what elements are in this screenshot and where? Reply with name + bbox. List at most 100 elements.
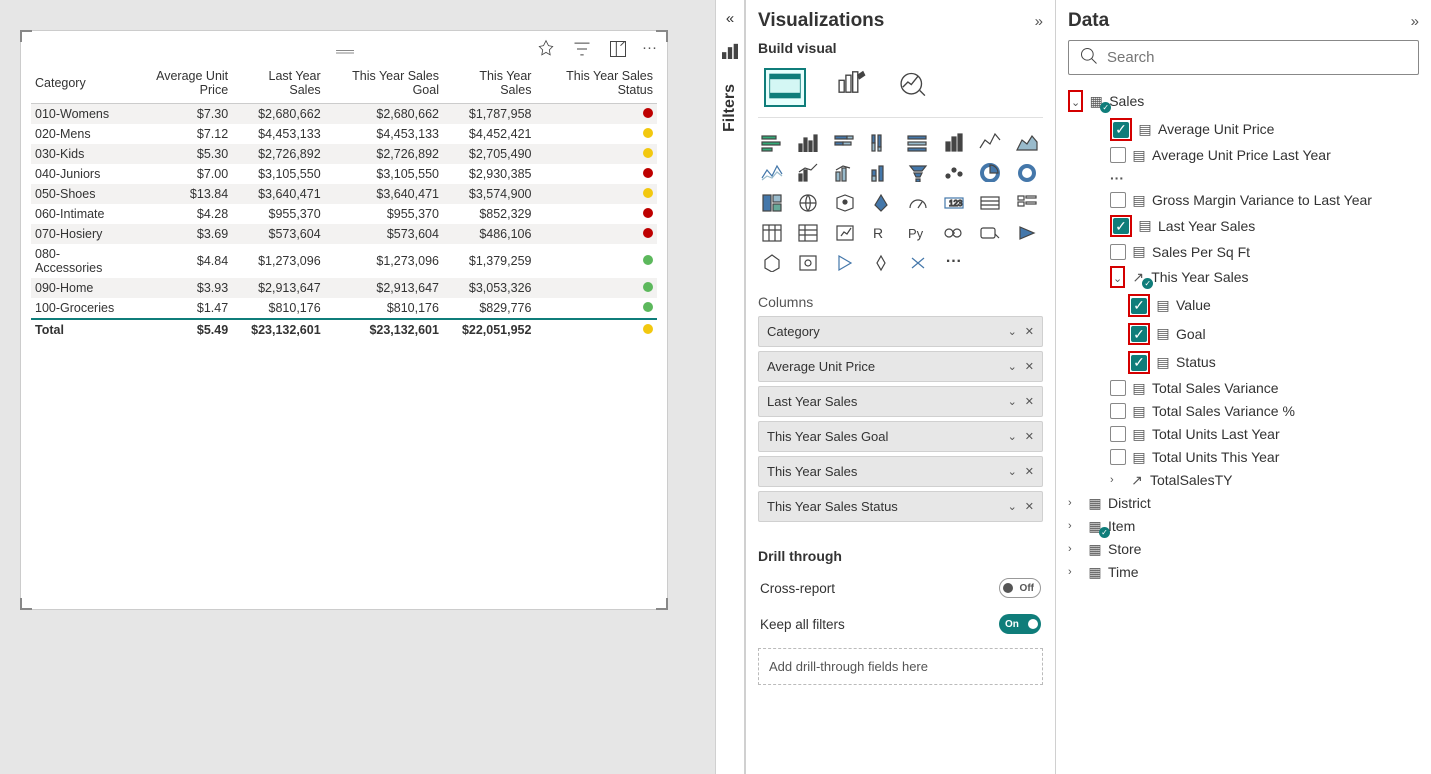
viz-type-filled-map[interactable] (831, 190, 859, 214)
field-total-sales-variance-pct[interactable]: ▤ Total Sales Variance % (1068, 400, 1419, 423)
viz-type-multi-row[interactable] (1013, 190, 1041, 214)
column-header[interactable]: Category (31, 63, 128, 104)
column-header[interactable]: This Year Sales (443, 63, 536, 104)
chevron-down-icon[interactable]: ⌄ (1008, 395, 1017, 408)
drill-through-dropzone[interactable]: Add drill-through fields here (758, 648, 1043, 685)
remove-field-icon[interactable]: ✕ (1025, 465, 1034, 478)
pin-icon[interactable] (534, 39, 558, 63)
field-average-unit-price-last-year[interactable]: ▤ Average Unit Price Last Year (1068, 144, 1419, 167)
column-header[interactable]: This Year Sales Goal (325, 63, 443, 104)
viz-type-scatter[interactable] (940, 160, 968, 184)
table-district[interactable]: ›▦ District (1068, 492, 1419, 515)
table-store[interactable]: ›▦ Store (1068, 538, 1419, 561)
table-item[interactable]: ›▦ Item (1068, 515, 1419, 538)
viz-type-donut[interactable] (1013, 160, 1041, 184)
table-time[interactable]: ›▦ Time (1068, 561, 1419, 584)
column-header[interactable]: Last Year Sales (232, 63, 325, 104)
viz-type-line[interactable] (976, 130, 1004, 154)
table-row[interactable]: 050-Shoes$13.84$3,640,471$3,640,471$3,57… (31, 184, 657, 204)
chevron-down-icon[interactable]: ⌄ (1008, 500, 1017, 513)
viz-type-appsource[interactable] (867, 250, 895, 274)
table-row[interactable]: 100-Groceries$1.47$810,176$810,176$829,7… (31, 298, 657, 319)
viz-type-matrix[interactable] (831, 220, 859, 244)
resize-handle-tr[interactable] (656, 30, 668, 42)
viz-type-gauge[interactable] (904, 190, 932, 214)
filter-icon[interactable] (570, 39, 594, 63)
viz-type-map[interactable] (794, 190, 822, 214)
remove-field-icon[interactable]: ✕ (1025, 325, 1034, 338)
table-sales[interactable]: ⌄ ▦ Sales (1068, 87, 1419, 115)
field-well-item[interactable]: This Year Sales⌄✕ (758, 456, 1043, 487)
viz-type-azure-map[interactable] (867, 190, 895, 214)
viz-type-stackedbar-h[interactable] (831, 130, 859, 154)
build-visual-tab[interactable] (764, 68, 806, 107)
resize-handle-tl[interactable] (20, 30, 32, 42)
field-last-year-sales[interactable]: ✓ ▤ Last Year Sales (1068, 212, 1419, 241)
table-row[interactable]: 020-Mens$7.12$4,453,133$4,453,133$4,452,… (31, 124, 657, 144)
field-sales-per-sqft[interactable]: ▤ Sales Per Sq Ft (1068, 240, 1419, 263)
column-header[interactable]: Average Unit Price (128, 63, 232, 104)
field-status[interactable]: ✓ ▤ Status (1068, 348, 1419, 377)
field-well-item[interactable]: Last Year Sales⌄✕ (758, 386, 1043, 417)
table-row[interactable]: 070-Hosiery$3.69$573,604$573,604$486,106 (31, 224, 657, 244)
viz-type-clustered-bar[interactable] (794, 130, 822, 154)
field-goal[interactable]: ✓ ▤ Goal (1068, 320, 1419, 349)
viz-type-combo[interactable] (831, 160, 859, 184)
viz-type-treemap[interactable] (758, 190, 786, 214)
collapse-data-icon[interactable]: » (1411, 13, 1419, 30)
viz-type-paginated[interactable] (758, 250, 786, 274)
collapse-viz-icon[interactable]: » (1035, 13, 1043, 30)
remove-field-icon[interactable]: ✕ (1025, 430, 1034, 443)
more-options-icon[interactable]: ··· (642, 39, 657, 63)
viz-type-combo-stacked[interactable] (867, 160, 895, 184)
expand-filters-icon[interactable]: « (726, 10, 734, 27)
ellipsis-more-fields[interactable]: ··· (1068, 167, 1419, 189)
viz-type-stacked-bar[interactable] (758, 130, 786, 154)
viz-type-stacked-column[interactable] (940, 130, 968, 154)
viz-type-smart-narrative[interactable] (1013, 220, 1041, 244)
viz-type-stacked100-bar[interactable] (867, 130, 895, 154)
report-canvas[interactable]: ══ ··· CategoryAverage Unit PriceLast Ye… (0, 0, 715, 774)
analytics-tab[interactable] (896, 68, 930, 107)
table-row[interactable]: 060-Intimate$4.28$955,370$955,370$852,32… (31, 204, 657, 224)
table-row[interactable]: 090-Home$3.93$2,913,647$2,913,647$3,053,… (31, 278, 657, 298)
field-total-sales-variance[interactable]: ▤ Total Sales Variance (1068, 377, 1419, 400)
chevron-down-icon[interactable]: ⌄ (1008, 465, 1017, 478)
cross-report-toggle[interactable]: Off (999, 578, 1041, 598)
field-average-unit-price[interactable]: ✓ ▤ Average Unit Price (1068, 115, 1419, 144)
table-visual[interactable]: ══ ··· CategoryAverage Unit PriceLast Ye… (20, 30, 668, 610)
drag-grip-icon[interactable]: ══ (336, 43, 352, 59)
remove-field-icon[interactable]: ✕ (1025, 500, 1034, 513)
viz-type-slicer[interactable] (758, 220, 786, 244)
viz-type-funnel[interactable] (904, 160, 932, 184)
column-header[interactable]: This Year Sales Status (535, 63, 657, 104)
search-input-wrapper[interactable] (1068, 40, 1419, 75)
viz-type-clustered-column[interactable] (904, 130, 932, 154)
field-value[interactable]: ✓ ▤ Value (1068, 291, 1419, 320)
viz-type-r-visual[interactable]: R (867, 220, 895, 244)
table-row[interactable]: 080-Accessories$4.84$1,273,096$1,273,096… (31, 244, 657, 278)
hierarchy-this-year-sales[interactable]: ⌄ ↗ This Year Sales (1068, 263, 1419, 291)
chevron-down-icon[interactable]: ⌄ (1008, 325, 1017, 338)
viz-type-py-visual[interactable]: Py (904, 220, 932, 244)
resize-handle-br[interactable] (656, 598, 668, 610)
field-total-units-this-year[interactable]: ▤ Total Units This Year (1068, 446, 1419, 469)
field-total-units-last-year[interactable]: ▤ Total Units Last Year (1068, 423, 1419, 446)
format-visual-tab[interactable] (834, 68, 868, 107)
viz-type-qa[interactable] (976, 220, 1004, 244)
viz-type-more[interactable]: ··· (940, 250, 968, 274)
field-gross-margin-variance[interactable]: ▤ Gross Margin Variance to Last Year (1068, 189, 1419, 212)
field-well-item[interactable]: Average Unit Price⌄✕ (758, 351, 1043, 382)
resize-handle-bl[interactable] (20, 598, 32, 610)
viz-type-table[interactable] (794, 220, 822, 244)
table-row[interactable]: 030-Kids$5.30$2,726,892$2,726,892$2,705,… (31, 144, 657, 164)
field-well-item[interactable]: This Year Sales Goal⌄✕ (758, 421, 1043, 452)
field-total-sales-ty[interactable]: ›↗ TotalSalesTY (1068, 469, 1419, 492)
field-well-item[interactable]: This Year Sales Status⌄✕ (758, 491, 1043, 522)
chevron-down-icon[interactable]: ⌄ (1008, 430, 1017, 443)
table-row[interactable]: 040-Juniors$7.00$3,105,550$3,105,550$2,9… (31, 164, 657, 184)
chevron-down-icon[interactable]: ⌄ (1008, 360, 1017, 373)
focus-mode-icon[interactable] (606, 39, 630, 63)
viz-type-card-num[interactable]: 123 (940, 190, 968, 214)
remove-field-icon[interactable]: ✕ (1025, 360, 1034, 373)
